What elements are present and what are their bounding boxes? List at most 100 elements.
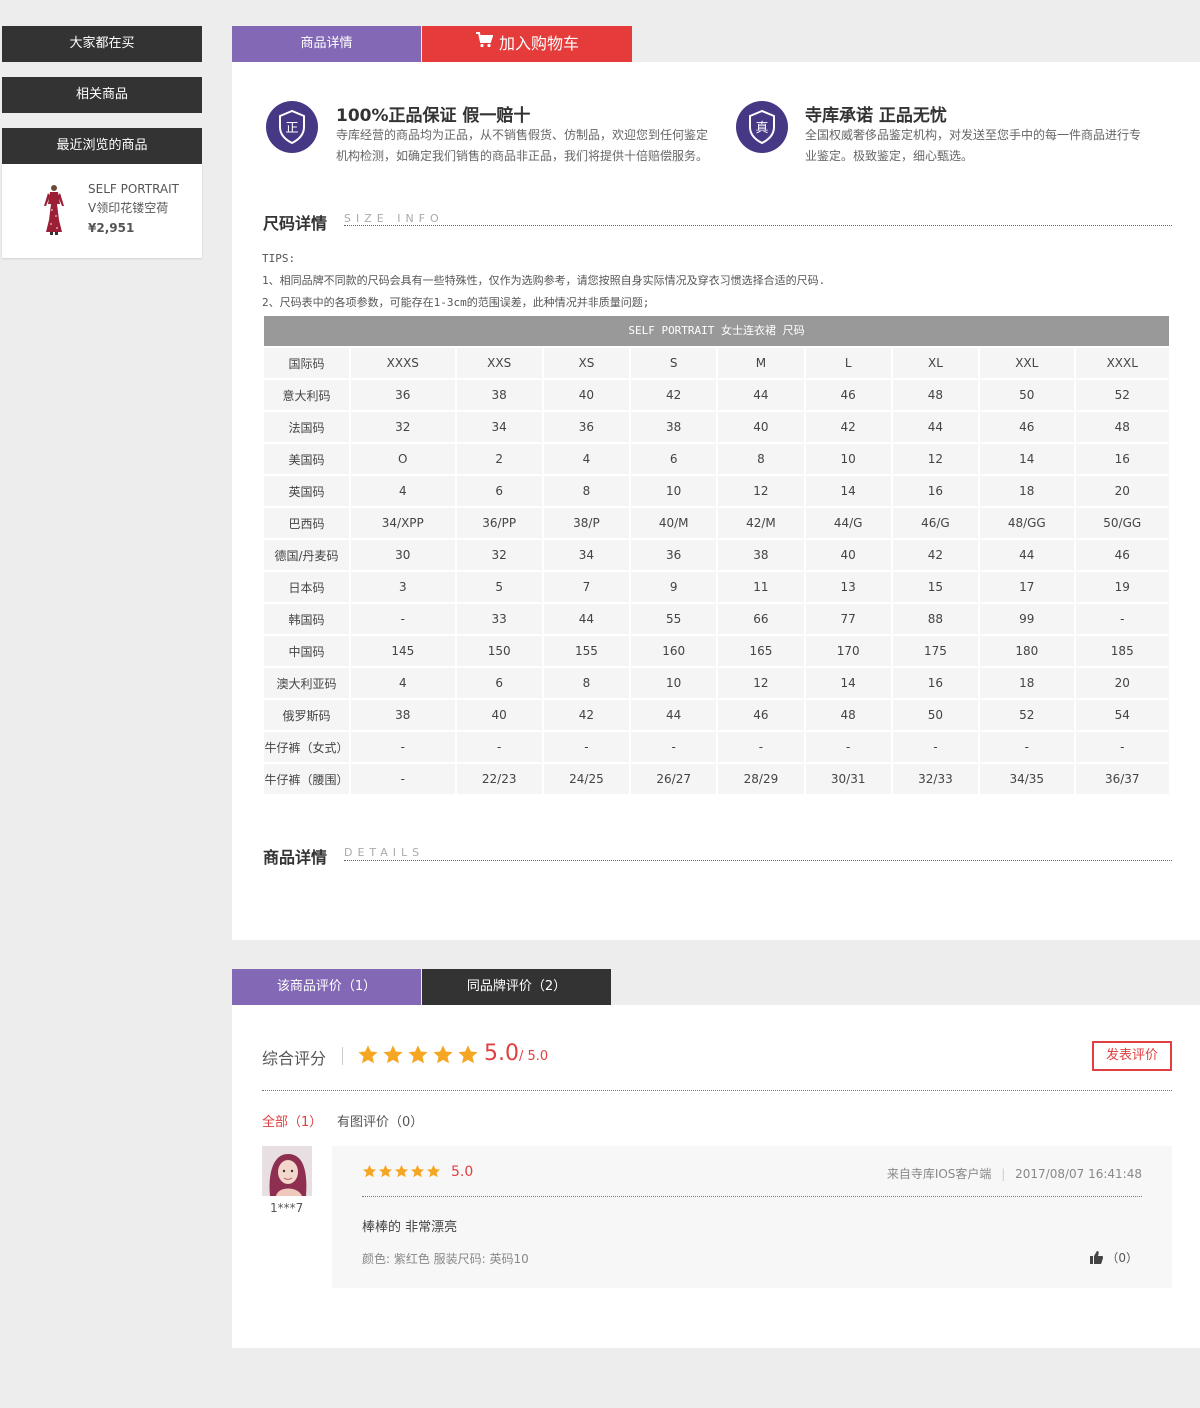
size-cell: 17 [980,572,1074,602]
size-cell: 16 [892,476,979,506]
like-button[interactable]: （0） [1089,1249,1138,1266]
size-cell: L [805,348,891,378]
tab-product-details[interactable]: 商品详情 [232,26,421,62]
size-row-label: 牛仔裤（腰围） [264,764,349,794]
size-cell: 44 [631,700,717,730]
size-cell: XL [892,348,979,378]
size-cell: 46/G [892,508,979,538]
size-cell: XXXS [351,348,455,378]
star-icon [379,1164,392,1178]
size-row: 法国码 32 34 36 38 40 42 44 46 48 [264,412,1169,442]
recent-product-name[interactable]: V领印花镂空荷 [88,199,198,218]
add-to-cart-label: 加入购物车 [498,34,579,53]
size-row-label: 巴西码 [264,508,349,538]
authentic-guarantee-icon: 正 [266,101,318,153]
size-cell: 50 [980,380,1074,410]
thumbs-up-icon [1089,1251,1103,1264]
size-cell: 42 [543,700,630,730]
size-cell: 34/35 [980,764,1074,794]
size-cell: 52 [980,700,1074,730]
size-cell: 10 [631,476,717,506]
details-section-subtitle: DETAILS [344,846,425,859]
reviews-panel: 综合评分 5.0 / 5.0 发表评价 全部（1） 有图评价（0） 1***7 … [232,1005,1200,1348]
size-cell: 165 [718,636,804,666]
size-cell: 24/25 [543,764,630,794]
size-cell: 160 [631,636,717,666]
filter-photo-reviews[interactable]: 有图评价（0） [337,1111,423,1130]
size-cell: 8 [718,444,804,474]
size-row-label: 国际码 [264,348,349,378]
size-chart-caption: SELF PORTRAIT 女士连衣裙 尺码 [264,316,1169,346]
size-cell: 4 [543,444,630,474]
size-row: 德国/丹麦码 30 32 34 36 38 40 42 44 46 [264,540,1169,570]
size-cell: 10 [805,444,891,474]
size-cell: - [980,732,1074,762]
size-cell: 12 [718,668,804,698]
svg-text:正: 正 [285,121,298,136]
size-cell: 38 [631,412,717,442]
product-detail-panel: 正 100%正品保证 假一赔十 寺库经营的商品均为正品，从不销售假货、仿制品，欢… [232,62,1200,940]
size-cell: 88 [892,604,979,634]
size-cell: 46 [980,412,1074,442]
size-cell: 40/M [631,508,717,538]
size-cell: 44 [543,604,630,634]
size-cell: 16 [1075,444,1169,474]
size-row: 日本码 3 5 7 9 11 13 15 17 19 [264,572,1169,602]
star-icon [363,1164,376,1178]
user-avatar[interactable] [262,1146,312,1196]
size-cell: 150 [456,636,542,666]
size-cell: 180 [980,636,1074,666]
review-score: 5.0 [451,1164,474,1180]
review-text: 棒棒的 非常漂亮 [362,1220,458,1235]
tab-product-reviews[interactable]: 该商品评价（1） [232,969,421,1005]
overall-rating-label: 综合评分 [262,1049,327,1068]
size-row-label: 中国码 [264,636,349,666]
size-row-label: 韩国码 [264,604,349,634]
size-cell: 44 [892,412,979,442]
review-meta: 来自寺库IOS客户端 | 2017/08/07 16:41:48 [887,1165,1142,1182]
sidebar-related-button[interactable]: 相关商品 [2,77,202,113]
size-cell: 22/23 [456,764,542,794]
size-cell: 20 [1075,668,1169,698]
star-icon [427,1164,440,1178]
review-divider [362,1196,1142,1197]
size-row: 国际码 XXXS XXS XS S M L XL XXL XXXL [264,348,1169,378]
add-to-cart-button[interactable]: 加入购物车 [422,26,632,62]
size-cell: 4 [351,476,455,506]
size-cell: M [718,348,804,378]
size-cell: - [351,732,455,762]
size-cell: 54 [1075,700,1169,730]
size-cell: 7 [543,572,630,602]
size-cell: 42 [892,540,979,570]
dress-thumbnail[interactable] [40,184,68,236]
size-cell: XXXL [1075,348,1169,378]
star-icon [358,1045,378,1064]
size-cell: 50/GG [1075,508,1169,538]
recent-product-price: ¥2,951 [88,221,135,235]
size-cell: O [351,444,455,474]
size-cell: 12 [892,444,979,474]
size-cell: 2 [456,444,542,474]
recent-product-brand[interactable]: SELF PORTRAIT [88,180,198,199]
post-review-button[interactable]: 发表评价 [1092,1041,1172,1071]
size-row-label: 牛仔裤（女式） [264,732,349,762]
filter-all-reviews[interactable]: 全部（1） [262,1111,322,1130]
recent-product-card[interactable]: SELF PORTRAIT V领印花镂空荷 ¥2,951 [2,164,202,258]
size-cell: 36 [543,412,630,442]
size-cell: 32 [456,540,542,570]
size-cell: 5 [456,572,542,602]
size-cell: 36 [351,380,455,410]
svg-text:真: 真 [755,121,768,136]
sidebar-popular-button[interactable]: 大家都在买 [2,26,202,62]
size-section-title: 尺码详情 [263,214,328,233]
size-cell: 50 [892,700,979,730]
size-row-label: 俄罗斯码 [264,700,349,730]
size-cell: - [351,604,455,634]
size-row: 牛仔裤（腰围） -22/23 24/25 26/27 28/29 30/31 32/33 34… [264,764,1169,794]
size-row: 美国码 O 2 4 6 8 10 12 14 16 [264,444,1169,474]
size-cell: 4 [351,668,455,698]
tab-brand-reviews[interactable]: 同品牌评价（2） [422,969,611,1005]
size-tips: TIPS: 1、相同品牌不同款的尺码会具有一些特殊性，仅作为选购参考，请您按照自… [262,252,826,309]
size-cell: - [351,764,455,794]
size-cell: 46 [1075,540,1169,570]
